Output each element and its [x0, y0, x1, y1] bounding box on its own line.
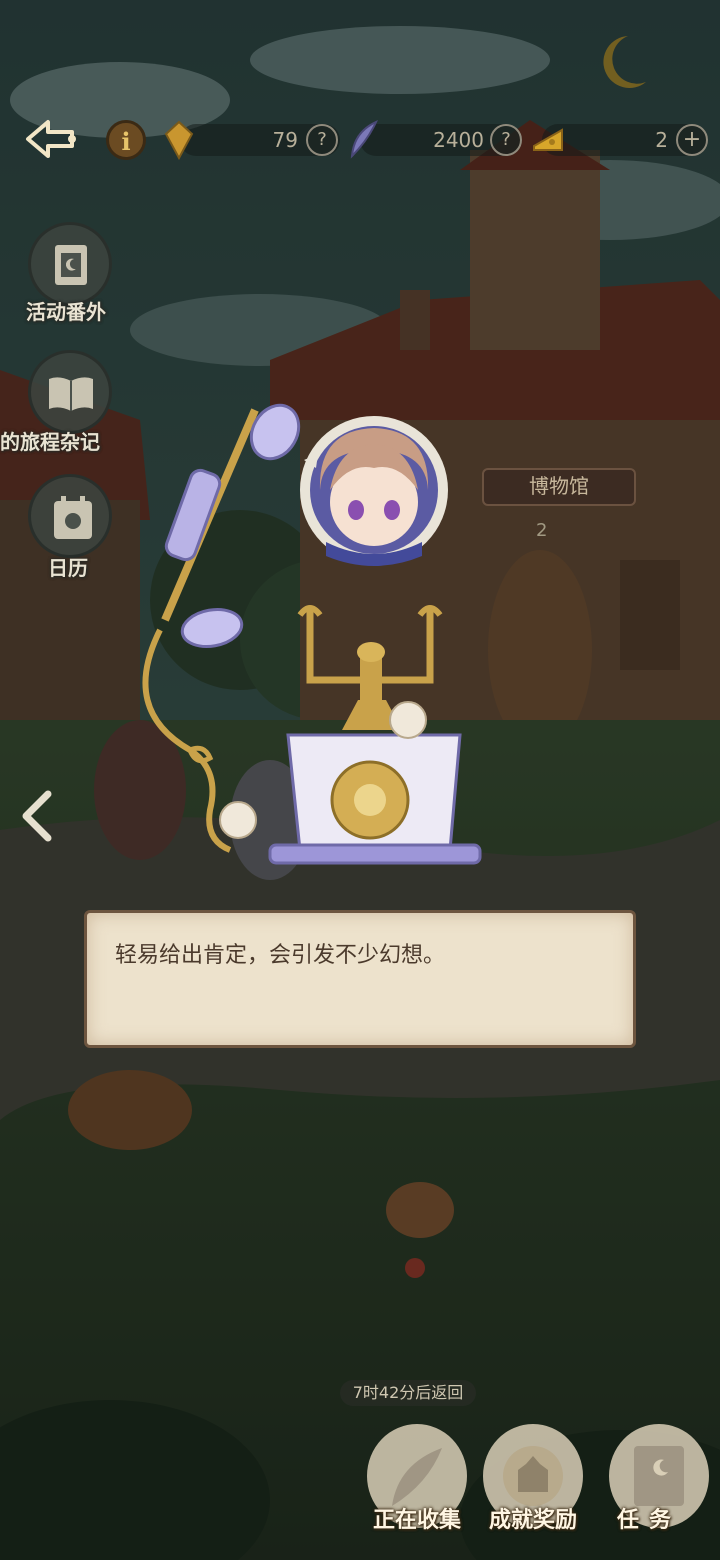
return-timer: 7时42分后返回 — [340, 1380, 476, 1406]
museum-label[interactable]: 博物馆 — [482, 468, 636, 506]
dialogue-text: 轻易给出肯定，会引发不少幻想。 — [115, 943, 446, 968]
calendar-label: 日历 — [48, 556, 88, 580]
character-portrait — [300, 416, 448, 566]
book-icon — [49, 377, 93, 411]
quest-label: 任务 — [616, 1508, 681, 1533]
film-icon — [55, 245, 87, 285]
crystal-icon — [164, 120, 194, 160]
feather-help-button[interactable]: ? — [490, 124, 522, 156]
cheese-icon — [533, 128, 563, 151]
feather-count: 2400 — [433, 128, 484, 152]
collecting-label: 正在收集 — [372, 1508, 461, 1533]
event-extra-label: 活动番外 — [26, 300, 106, 324]
cheese-count: 2 — [655, 128, 668, 152]
chevron-left-icon[interactable] — [18, 790, 58, 842]
cheese-add-button[interactable]: + — [676, 124, 708, 156]
back-icon[interactable] — [22, 114, 80, 164]
event-extra-button[interactable] — [28, 222, 112, 306]
museum-count: 2 — [536, 520, 548, 541]
dialogue-box[interactable]: 轻易给出肯定，会引发不少幻想。 — [84, 910, 636, 1048]
travel-notes-button[interactable] — [28, 350, 112, 434]
crystal-count: 79 — [272, 128, 298, 152]
feather-icon — [350, 119, 378, 159]
travel-notes-label: 的旅程杂记 — [0, 430, 100, 454]
crystal-help-button[interactable]: ? — [306, 124, 338, 156]
calendar-button[interactable] — [28, 474, 112, 558]
achievement-reward-label: 成就奖励 — [488, 1508, 577, 1533]
calendar-icon — [54, 496, 92, 539]
info-button[interactable]: i — [106, 120, 146, 160]
